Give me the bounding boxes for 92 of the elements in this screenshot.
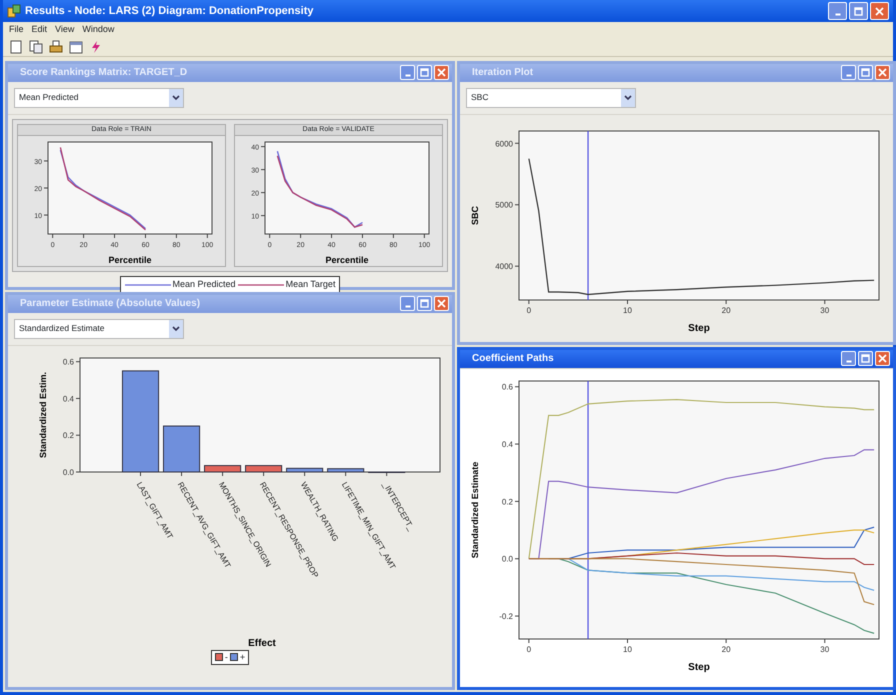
panel-title: Iteration Plot xyxy=(472,66,534,80)
tick-label: 20 xyxy=(722,644,731,654)
maximize-button[interactable] xyxy=(417,65,432,80)
tick-label: -0.2 xyxy=(499,612,513,621)
maximize-button[interactable] xyxy=(849,2,868,20)
document-icon[interactable] xyxy=(9,40,23,54)
minimize-button[interactable] xyxy=(841,65,856,80)
tick-label: 0 xyxy=(526,306,532,314)
minimize-button[interactable] xyxy=(400,65,415,80)
minimize-icon xyxy=(846,360,852,363)
tick-label: 0.4 xyxy=(502,440,513,449)
bar xyxy=(327,468,364,472)
close-icon xyxy=(437,299,446,308)
maximize-icon xyxy=(854,6,863,16)
minimize-icon xyxy=(404,74,410,77)
axis-title: Step xyxy=(688,322,710,334)
minimize-icon xyxy=(846,74,852,77)
legend-swatch-icon xyxy=(230,653,238,662)
bar xyxy=(162,425,200,472)
app-icon xyxy=(7,4,21,18)
menu-item[interactable]: File xyxy=(9,23,24,36)
panel-title: Score Rankings Matrix: TARGET_D xyxy=(20,66,188,80)
maximize-button[interactable] xyxy=(858,351,873,366)
close-button[interactable] xyxy=(875,65,890,80)
maximize-button[interactable] xyxy=(417,296,432,311)
legend-label: Mean Predicted xyxy=(172,278,236,291)
panel-title: Parameter Estimate (Absolute Values) xyxy=(20,297,200,311)
dropdown[interactable]: Standardized Estimate xyxy=(14,318,184,338)
tick-label: 0 xyxy=(526,644,532,654)
tick-label: 6000 xyxy=(495,138,513,148)
minimize-icon xyxy=(834,12,840,16)
tick-label: 4000 xyxy=(495,262,513,271)
tick-label: 0.0 xyxy=(502,554,513,564)
bar xyxy=(245,464,282,472)
close-button[interactable] xyxy=(870,2,889,20)
menu-item[interactable]: Window xyxy=(82,23,114,36)
dropdown[interactable]: SBC xyxy=(466,88,636,108)
printer-icon[interactable] xyxy=(49,40,63,54)
legend-label: - xyxy=(224,650,228,664)
maximize-icon xyxy=(420,68,429,77)
tick-label: 20 xyxy=(722,306,731,314)
menu-item[interactable]: Edit xyxy=(32,23,48,36)
minimize-button[interactable] xyxy=(828,2,847,20)
close-icon xyxy=(878,68,887,77)
legend-label: + xyxy=(240,650,246,664)
legend-label: Mean Target xyxy=(286,278,336,291)
copy-icon[interactable] xyxy=(29,40,43,54)
bar xyxy=(204,464,242,472)
tick-label: 0.6 xyxy=(502,382,513,392)
tick-label: 0.2 xyxy=(502,496,513,506)
maximize-icon xyxy=(420,299,429,308)
tick-label: 5000 xyxy=(495,200,513,210)
close-button[interactable] xyxy=(434,296,449,311)
axis-title: Standardized Estim. xyxy=(38,371,48,458)
dropdown[interactable]: Mean Predicted xyxy=(14,88,184,108)
lightning-icon[interactable] xyxy=(89,40,103,54)
menu-item[interactable]: View xyxy=(55,23,74,36)
minimize-button[interactable] xyxy=(841,351,856,366)
maximize-icon xyxy=(861,354,870,363)
close-icon xyxy=(875,6,884,16)
axis-title: Effect xyxy=(248,638,276,648)
close-button[interactable] xyxy=(875,351,890,366)
axis-title: Percentile xyxy=(108,255,152,265)
chevron-down-icon xyxy=(624,94,632,100)
close-icon xyxy=(878,354,887,363)
axis-title: Step xyxy=(688,662,710,672)
axis-title: Standardized Estimate xyxy=(470,461,480,558)
axis-title: SBC xyxy=(470,206,480,224)
tick-label: 0.2 xyxy=(62,430,74,440)
chevron-down-icon xyxy=(172,94,180,100)
tick-label: 0.4 xyxy=(62,394,74,403)
maximize-button[interactable] xyxy=(858,65,873,80)
panel-title: Coefficient Paths xyxy=(472,352,554,366)
minimize-button[interactable] xyxy=(400,296,415,311)
axis-title: Percentile xyxy=(325,255,369,265)
chevron-down-icon xyxy=(172,326,180,332)
window-title: Results - Node: LARS (2) Diagram: DonationPropensity xyxy=(25,4,314,19)
close-icon xyxy=(437,68,446,77)
minimize-icon xyxy=(404,305,410,308)
tick-label: 10 xyxy=(623,644,632,654)
window-icon[interactable] xyxy=(69,40,83,54)
legend-swatch-icon xyxy=(214,653,223,662)
maximize-icon xyxy=(861,68,870,77)
tick-label: 0.6 xyxy=(62,357,74,366)
bar xyxy=(286,467,324,472)
y-axis xyxy=(260,146,266,216)
tick-label: 30 xyxy=(820,644,830,654)
tick-label: 30 xyxy=(820,306,830,314)
tick-label: 0.0 xyxy=(62,468,74,476)
close-button[interactable] xyxy=(434,65,449,80)
tick-label: 10 xyxy=(623,306,632,314)
y-axis xyxy=(44,160,48,216)
